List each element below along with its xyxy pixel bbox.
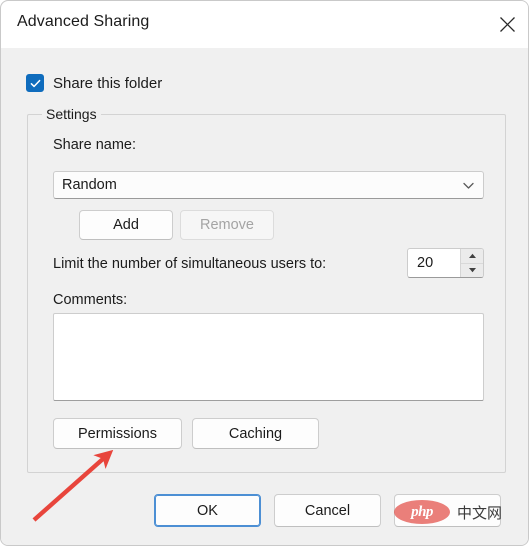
chevron-down-icon bbox=[453, 179, 483, 192]
window-title: Advanced Sharing bbox=[17, 13, 150, 30]
title-bar: Advanced Sharing bbox=[1, 1, 528, 48]
share-name-label: Share name: bbox=[53, 137, 137, 153]
permissions-button[interactable]: Permissions bbox=[53, 418, 182, 449]
close-icon bbox=[499, 16, 516, 33]
limit-users-label: Limit the number of simultaneous users t… bbox=[53, 256, 327, 272]
checkbox-box bbox=[26, 74, 44, 92]
comments-textarea[interactable] bbox=[53, 313, 484, 401]
add-button[interactable]: Add bbox=[79, 210, 173, 240]
triangle-down-icon bbox=[468, 267, 477, 273]
stepper-buttons bbox=[460, 249, 483, 277]
advanced-sharing-dialog: Advanced Sharing Share this folder Setti… bbox=[0, 0, 529, 546]
checkmark-icon bbox=[29, 77, 42, 90]
caching-button[interactable]: Caching bbox=[192, 418, 319, 449]
stepper-down-button[interactable] bbox=[461, 264, 483, 278]
triangle-up-icon bbox=[468, 253, 477, 259]
share-name-combobox[interactable]: Random bbox=[53, 171, 484, 199]
limit-users-stepper[interactable]: 20 bbox=[407, 248, 484, 278]
share-name-value: Random bbox=[62, 177, 117, 193]
cancel-button[interactable]: Cancel bbox=[274, 494, 381, 527]
ok-button[interactable]: OK bbox=[154, 494, 261, 527]
comments-label: Comments: bbox=[53, 292, 128, 308]
remove-button: Remove bbox=[180, 210, 274, 240]
limit-users-value: 20 bbox=[417, 255, 434, 271]
share-this-folder-label: Share this folder bbox=[53, 74, 163, 92]
dialog-body: Share this folder Settings Share name: R… bbox=[1, 48, 528, 545]
apply-button[interactable] bbox=[394, 494, 501, 527]
stepper-up-button[interactable] bbox=[461, 249, 483, 264]
share-this-folder-checkbox[interactable]: Share this folder bbox=[26, 74, 162, 92]
close-button[interactable] bbox=[484, 1, 528, 47]
settings-group: Settings Share name: Random Add Remove L… bbox=[27, 106, 506, 473]
settings-group-legend: Settings bbox=[42, 106, 101, 122]
